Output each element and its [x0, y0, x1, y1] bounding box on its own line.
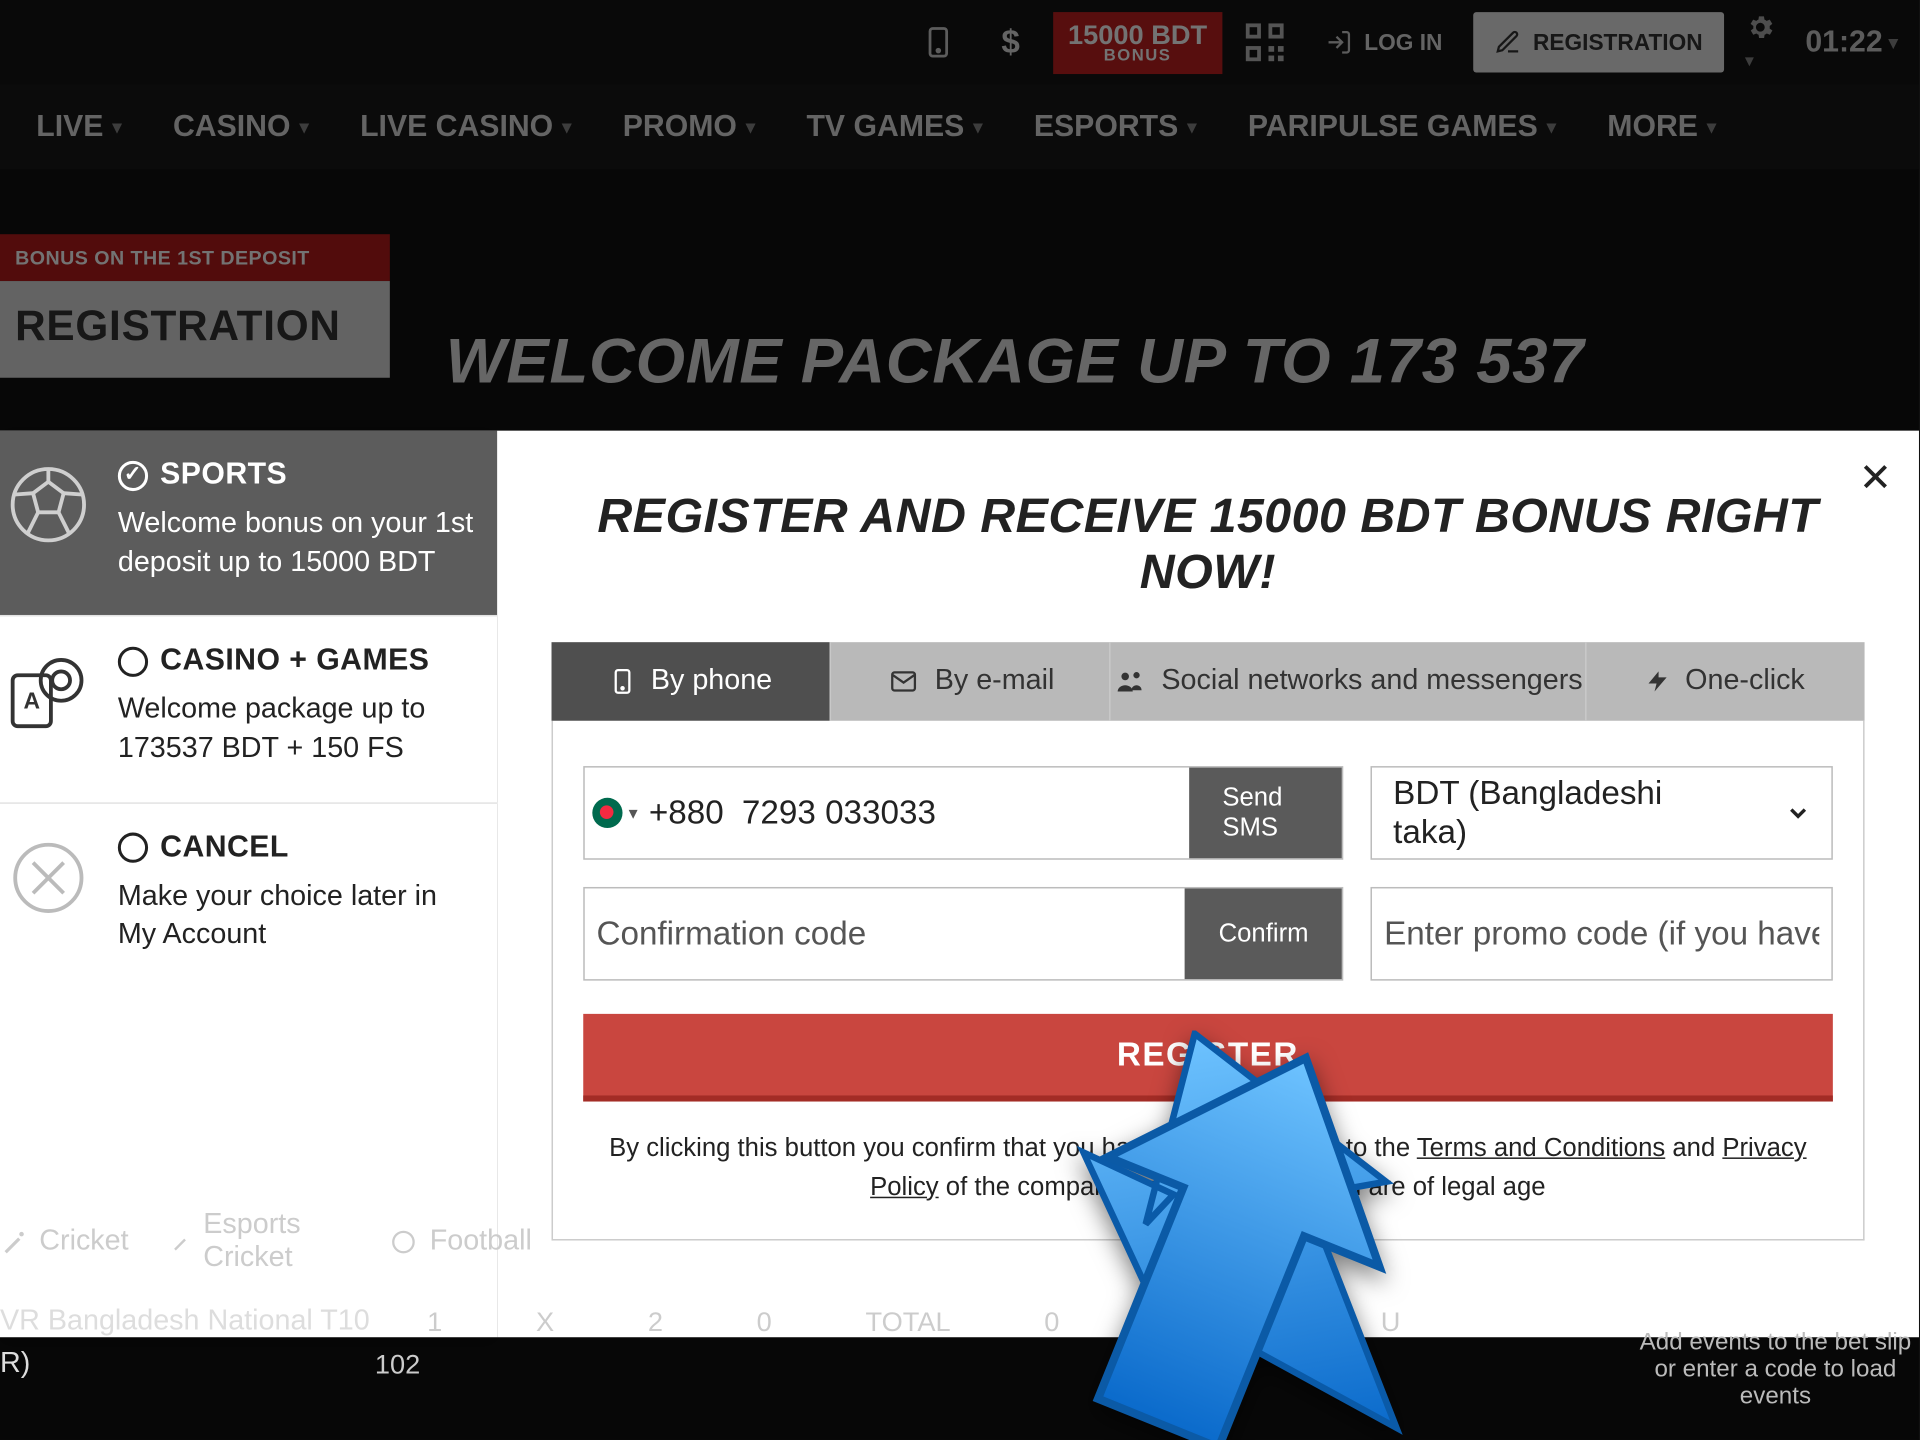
soccer-icon	[0, 458, 97, 582]
tab-label: Social networks and messengers	[1161, 665, 1582, 698]
chevron-down-icon: ▾	[629, 802, 638, 823]
betslip-hint: Add events to the bet slip or enter a co…	[1632, 1330, 1919, 1412]
registration-modal: ✕ REGISTER AND RECEIVE 15000 BDT BONUS R…	[497, 431, 1919, 1338]
currency-value: BDT (Bangladeshi taka)	[1372, 774, 1765, 853]
match-name[interactable]: VR Bangladesh National T10	[0, 1306, 370, 1339]
row-extra: R)	[0, 1348, 30, 1381]
terms-link[interactable]: Terms and Conditions	[1417, 1133, 1665, 1162]
tab-social[interactable]: Social networks and messengers	[1110, 642, 1585, 721]
chevron-down-icon	[1765, 799, 1831, 826]
tab-by-phone[interactable]: By phone	[551, 642, 829, 721]
register-label: REGISTER	[1117, 1035, 1299, 1074]
bonus-title: SPORTS	[160, 458, 287, 493]
bonus-desc: Welcome package up to 173537 BDT + 150 F…	[118, 691, 476, 768]
bonus-choice-panel: SPORTS Welcome bonus on your 1st deposit…	[0, 431, 497, 1338]
legal-text: By clicking this button you confirm that…	[583, 1129, 1833, 1206]
sport-tab-football[interactable]: Football	[390, 1209, 531, 1275]
cross-circle-icon	[0, 830, 97, 954]
bonus-desc: Make your choice later in My Account	[118, 877, 476, 954]
bonus-title: CASINO + GAMES	[160, 644, 429, 679]
close-icon[interactable]: ✕	[1859, 455, 1892, 502]
tab-label: One-click	[1685, 665, 1805, 698]
send-sms-button[interactable]: Send SMS	[1189, 768, 1342, 859]
currency-select[interactable]: BDT (Bangladeshi taka)	[1370, 766, 1832, 860]
registration-tabs: By phone By e-mail Social networks and m…	[551, 642, 1864, 721]
sport-tab-esports-cricket[interactable]: Esports Cricket	[171, 1209, 348, 1275]
radio-icon	[118, 833, 148, 863]
phone-input[interactable]	[730, 768, 1189, 859]
bonus-option-cancel[interactable]: CANCEL Make your choice later in My Acco…	[0, 802, 497, 988]
promo-input[interactable]	[1372, 888, 1831, 979]
radio-icon	[118, 646, 148, 676]
bonus-desc: Welcome bonus on your 1st deposit up to …	[118, 505, 476, 582]
bonus-title: CANCEL	[160, 830, 289, 865]
tab-one-click[interactable]: One-click	[1585, 642, 1865, 721]
tab-label: By phone	[651, 665, 772, 698]
bonus-option-casino[interactable]: A CASINO + GAMES Welcome package up to 1…	[0, 615, 497, 801]
tab-by-email[interactable]: By e-mail	[830, 642, 1110, 721]
phone-field[interactable]: ▾ +880 Send SMS	[583, 766, 1343, 860]
odds-header: 1 X 2 0 TOTAL 0 (OVER) T1 U	[427, 1306, 1400, 1338]
register-button[interactable]: REGISTER	[583, 1014, 1833, 1102]
country-selector[interactable]: ▾	[584, 798, 645, 828]
confirmation-field[interactable]: Confirm	[583, 887, 1343, 981]
svg-text:A: A	[23, 688, 40, 714]
modal-title: REGISTER AND RECEIVE 15000 BDT BONUS RIG…	[497, 431, 1919, 643]
confirm-button[interactable]: Confirm	[1185, 888, 1341, 979]
promo-field[interactable]	[1370, 887, 1832, 981]
sport-tab-cricket[interactable]: Cricket	[0, 1209, 129, 1275]
confirmation-input[interactable]	[584, 888, 1185, 979]
phone-prefix: +880	[646, 793, 730, 832]
tab-label: By e-mail	[935, 665, 1055, 698]
chips-icon: A	[0, 644, 97, 768]
flag-bangladesh-icon	[592, 798, 622, 828]
bonus-option-sports[interactable]: SPORTS Welcome bonus on your 1st deposit…	[0, 431, 497, 616]
registration-form: ▾ +880 Send SMS BDT (Bangladeshi taka)	[551, 721, 1864, 1241]
odd-value[interactable]: 102	[375, 1349, 420, 1381]
radio-selected-icon	[118, 460, 148, 490]
